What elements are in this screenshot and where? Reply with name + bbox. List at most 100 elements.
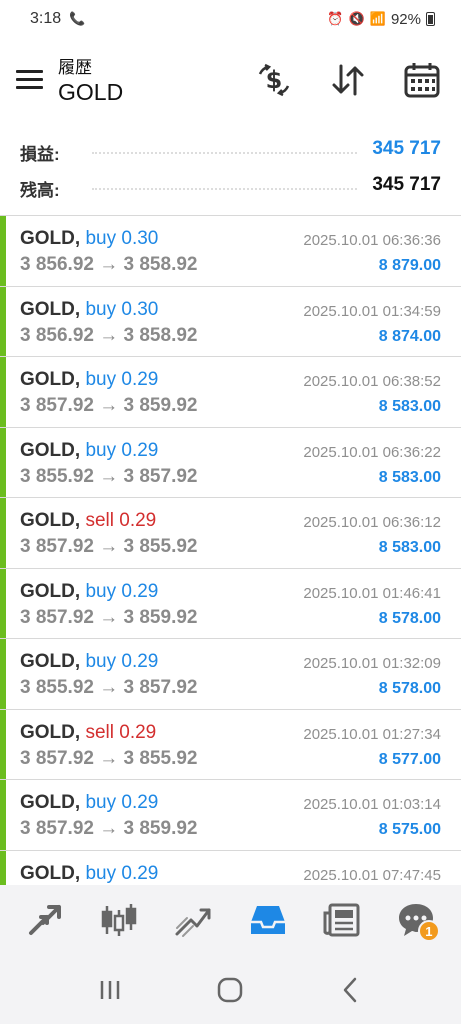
profit-label: 損益: — [20, 145, 60, 164]
deal-row[interactable]: GOLD, buy 0.29 3 855.92 → 3 857.92 2025.… — [0, 427, 461, 498]
deal-type: sell — [85, 721, 114, 743]
nav-news[interactable] — [318, 896, 366, 944]
deal-volume: 0.29 — [119, 510, 157, 531]
deal-type: buy — [85, 298, 117, 320]
deal-volume: 0.30 — [121, 298, 159, 320]
deal-volume: 0.30 — [121, 228, 159, 249]
deal-prices: 3 856.92 → 3 858.92 — [20, 254, 198, 275]
deal-profit: 8 583.00 — [378, 468, 441, 486]
deal-row[interactable]: GOLD, buy 0.29 3 857.92 → 3 859.92 2025.… — [0, 568, 461, 639]
deal-symbol: GOLD, — [20, 862, 81, 884]
app-header: 履歴 GOLD $ — [0, 46, 461, 124]
nav-history[interactable] — [244, 896, 292, 944]
balance-value: 345 717 — [372, 174, 441, 195]
trade-chart-icon — [175, 908, 211, 937]
deal-row[interactable]: GOLD, buy 0.30 3 856.92 → 3 858.92 2025.… — [0, 216, 461, 287]
nav-quotes[interactable] — [21, 896, 69, 944]
deal-volume: 0.29 — [121, 651, 159, 672]
deal-volume: 0.29 — [119, 721, 157, 743]
candlestick-chart-icon — [101, 904, 137, 936]
deal-symbol: GOLD, — [20, 580, 81, 602]
bottom-nav: 1 — [0, 885, 461, 955]
deal-profit: 8 575.00 — [378, 821, 441, 838]
deal-row[interactable]: GOLD, sell 0.29 3 857.92 → 3 855.92 2025… — [0, 709, 461, 780]
deal-symbol: GOLD, — [20, 792, 81, 813]
deal-symbol: GOLD, — [20, 651, 81, 672]
deal-time: 2025.10.01 01:03:14 — [303, 796, 441, 813]
deal-symbol: GOLD, — [20, 439, 81, 461]
deal-time: 2025.10.01 01:32:09 — [303, 655, 441, 672]
deal-volume: 0.29 — [121, 369, 159, 390]
deal-volume: 0.29 — [121, 439, 159, 461]
deal-type: buy — [85, 651, 117, 672]
page-subtitle: 履歴 — [58, 58, 92, 77]
deal-profit: 8 578.00 — [378, 609, 441, 627]
deal-symbol: GOLD, — [20, 298, 81, 320]
deal-prices: 3 857.92 → 3 859.92 — [20, 395, 198, 416]
recent-apps-icon — [100, 980, 120, 999]
calendar-button[interactable] — [402, 60, 442, 100]
deal-row[interactable]: GOLD, sell 0.29 3 857.92 → 3 855.92 2025… — [0, 498, 461, 569]
deal-row[interactable]: GOLD, buy 0.29 3 857.92 → 3 859.92 2025.… — [0, 357, 461, 428]
deal-type: buy — [85, 580, 117, 602]
deal-symbol: GOLD, — [20, 228, 81, 249]
nav-messages[interactable]: 1 — [392, 896, 440, 944]
deal-volume: 0.29 — [121, 580, 159, 602]
deal-time: 2025.10.01 06:36:12 — [303, 514, 441, 531]
deal-symbol: GOLD, — [20, 721, 81, 743]
page-title: GOLD — [58, 79, 124, 105]
deal-volume: 0.29 — [121, 862, 159, 884]
calendar-icon — [404, 63, 440, 98]
deal-profit: 8 879.00 — [378, 257, 441, 274]
deal-type: buy — [85, 862, 117, 884]
call-wifi-icon: 📞 — [69, 11, 86, 26]
deal-time: 2025.10.01 01:46:41 — [303, 584, 441, 602]
deal-symbol: GOLD, — [20, 369, 81, 390]
sort-button[interactable] — [328, 60, 368, 100]
deal-row[interactable]: GOLD, buy 0.29 3 855.92 → 3 857.92 2025.… — [0, 639, 461, 710]
news-icon — [323, 903, 360, 937]
deal-profit: 8 583.00 — [378, 398, 441, 415]
battery-icon — [426, 12, 435, 26]
deal-row[interactable]: GOLD, buy 0.29 3 857.92 → 3 859.92 2025.… — [0, 780, 461, 851]
status-time: 3:18 — [30, 10, 62, 27]
deal-prices: 3 857.92 → 3 859.92 — [20, 818, 198, 839]
deal-prices: 3 855.92 → 3 857.92 — [20, 465, 198, 487]
deal-profit: 8 577.00 — [378, 750, 441, 768]
nav-charts[interactable] — [95, 896, 143, 944]
menu-icon[interactable] — [16, 70, 43, 90]
deal-type: buy — [85, 792, 117, 813]
back-chevron-icon — [343, 977, 357, 1002]
deal-time: 2025.10.01 01:34:59 — [303, 302, 441, 320]
deal-type: buy — [85, 369, 117, 390]
deals-list[interactable]: GOLD, buy 0.30 3 856.92 → 3 858.92 2025.… — [0, 215, 461, 885]
deal-row[interactable]: GOLD, buy 0.29 2025.10.01 07:47:45 — [0, 850, 461, 885]
history-inbox-icon — [250, 906, 285, 934]
system-nav-bar — [0, 955, 461, 1024]
recent-apps-button[interactable] — [88, 968, 132, 1012]
deal-time: 2025.10.01 06:36:22 — [303, 443, 441, 461]
alarm-icon: ⏰ — [327, 11, 344, 26]
currency-exchange-button[interactable]: $ — [254, 60, 294, 100]
nav-trade[interactable] — [169, 896, 217, 944]
notification-badge: 1 — [417, 920, 440, 942]
home-icon — [218, 977, 243, 1002]
balance-row: 残高: 345 717 — [0, 169, 461, 205]
back-button[interactable] — [329, 968, 373, 1012]
deal-profit: 8 578.00 — [378, 680, 441, 697]
deal-prices: 3 857.92 → 3 855.92 — [20, 747, 198, 769]
deal-volume: 0.29 — [121, 792, 159, 813]
profit-row: 損益: 345 717 — [0, 133, 461, 169]
deal-type: buy — [85, 439, 117, 461]
deal-time: 2025.10.01 06:38:52 — [303, 373, 441, 390]
deal-time: 2025.10.01 01:27:34 — [303, 725, 441, 743]
deal-type: buy — [85, 228, 117, 249]
summary-panel: 損益: 345 717 残高: 345 717 — [0, 133, 461, 205]
deal-prices: 3 857.92 → 3 859.92 — [20, 606, 198, 628]
home-button[interactable] — [208, 968, 252, 1012]
mute-icon: 🔇 — [348, 11, 365, 26]
balance-label: 残高: — [20, 181, 60, 200]
dotted-leader — [92, 188, 357, 190]
deal-prices: 3 856.92 → 3 858.92 — [20, 324, 198, 346]
deal-row[interactable]: GOLD, buy 0.30 3 856.92 → 3 858.92 2025.… — [0, 286, 461, 357]
